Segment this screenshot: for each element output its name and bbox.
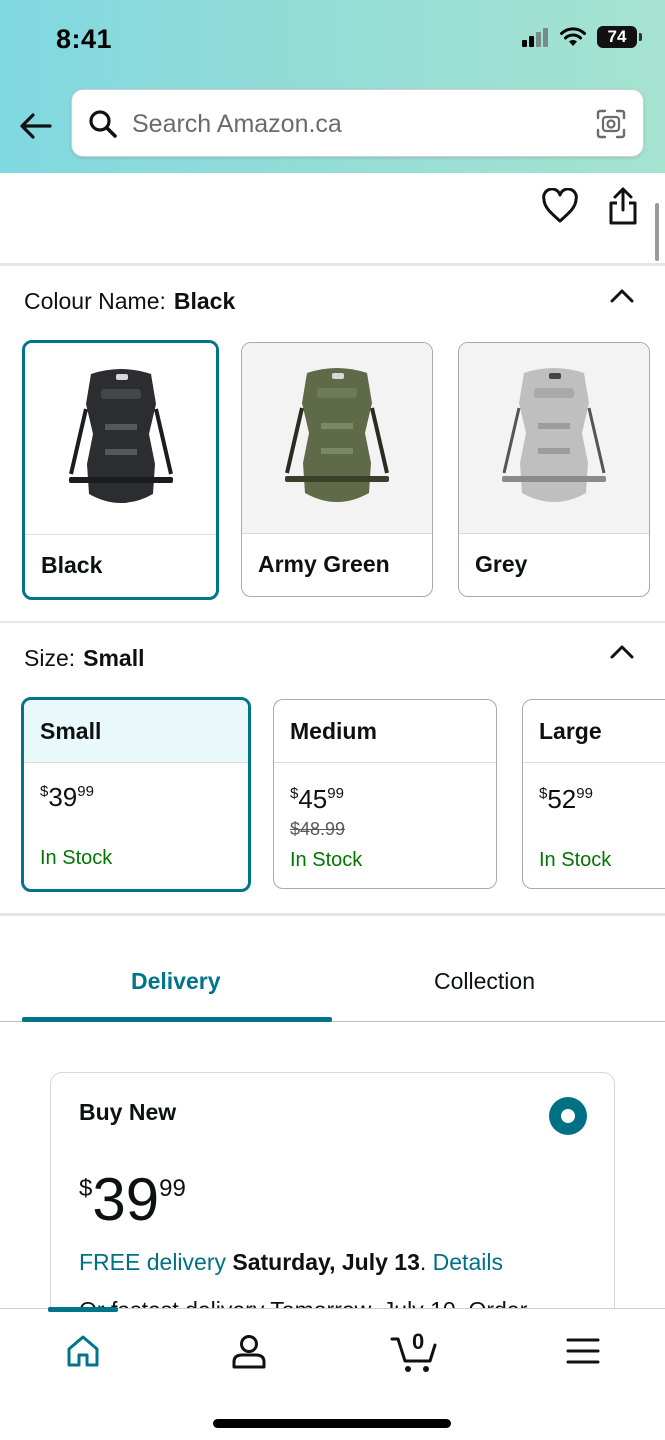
colour-label: Colour Name: bbox=[24, 288, 166, 314]
top-header: 8:41 74 bbox=[0, 0, 665, 173]
size-option-small[interactable]: Small $3999 In Stock bbox=[21, 697, 251, 892]
stock-status: In Stock bbox=[40, 847, 113, 869]
backpack-image bbox=[502, 368, 606, 502]
size-option-medium[interactable]: Medium $4599 $48.99 In Stock bbox=[273, 699, 497, 889]
stock-status: In Stock bbox=[539, 849, 612, 871]
colour-option-black[interactable]: Black bbox=[22, 340, 219, 600]
chevron-up-icon[interactable] bbox=[609, 644, 635, 660]
search-icon bbox=[89, 110, 117, 138]
section-divider bbox=[0, 913, 665, 916]
cart-button[interactable]: 0 bbox=[390, 1329, 438, 1375]
size-option-large[interactable]: Large $5299 In Stock bbox=[522, 699, 665, 889]
backpack-image bbox=[68, 369, 173, 503]
colour-option-label: Grey bbox=[475, 551, 528, 577]
search-input[interactable] bbox=[132, 104, 572, 144]
back-arrow-icon[interactable] bbox=[18, 108, 54, 144]
price-fraction: 99 bbox=[77, 783, 94, 800]
swatch-label-area: Grey bbox=[459, 533, 649, 596]
wifi-icon bbox=[560, 27, 586, 46]
search-bar[interactable] bbox=[71, 89, 644, 157]
account-icon[interactable] bbox=[229, 1331, 269, 1371]
buy-new-radio[interactable] bbox=[549, 1097, 587, 1135]
colour-option-grey[interactable]: Grey bbox=[458, 342, 650, 597]
backpack-image bbox=[285, 368, 389, 502]
status-icons: 74 bbox=[521, 26, 642, 48]
battery-level: 74 bbox=[607, 27, 627, 46]
tab-active-underline bbox=[22, 1017, 332, 1022]
product-image bbox=[459, 343, 649, 533]
tab-delivery[interactable]: Delivery bbox=[131, 968, 221, 995]
buy-price: $3999 bbox=[79, 1165, 186, 1234]
cart-count: 0 bbox=[412, 1329, 425, 1354]
home-indicator[interactable] bbox=[213, 1419, 451, 1428]
delivery-date: Saturday, July 13 bbox=[232, 1249, 420, 1275]
free-delivery-text: FREE delivery bbox=[79, 1249, 226, 1275]
price-fraction: 99 bbox=[576, 785, 593, 802]
colour-heading: Colour Name: Black bbox=[24, 288, 235, 315]
size-option-header: Large bbox=[523, 700, 665, 763]
price-whole: 39 bbox=[48, 782, 78, 812]
colour-option-label: Army Green bbox=[258, 551, 390, 577]
price-fraction: 99 bbox=[159, 1175, 186, 1202]
size-option-price: $5299 bbox=[539, 784, 593, 815]
colour-option-army-green[interactable]: Army Green bbox=[241, 342, 433, 597]
size-selected-value: Small bbox=[83, 645, 145, 671]
size-option-price: $3999 bbox=[40, 782, 94, 813]
stock-status: In Stock bbox=[290, 849, 363, 871]
delivery-info: FREE delivery Saturday, July 13. Details bbox=[79, 1249, 503, 1275]
price-whole: 39 bbox=[92, 1166, 160, 1233]
details-link[interactable]: Details bbox=[433, 1249, 503, 1275]
size-option-name: Medium bbox=[290, 718, 377, 744]
size-option-header: Small bbox=[24, 700, 248, 763]
was-price: $48.99 bbox=[290, 819, 346, 839]
chevron-up-icon[interactable] bbox=[609, 288, 635, 304]
size-option-name: Small bbox=[40, 718, 102, 744]
size-heading: Size: Small bbox=[24, 645, 145, 672]
status-time: 8:41 bbox=[56, 24, 113, 54]
camera-search-icon[interactable] bbox=[595, 108, 627, 140]
currency-symbol: $ bbox=[79, 1175, 93, 1202]
buy-new-title: Buy New bbox=[79, 1099, 177, 1125]
scroll-indicator bbox=[655, 203, 659, 261]
menu-icon[interactable] bbox=[563, 1331, 603, 1371]
share-icon[interactable] bbox=[607, 186, 639, 226]
colour-selected-value: Black bbox=[173, 288, 236, 314]
product-image bbox=[242, 343, 432, 533]
colour-option-label: Black bbox=[41, 552, 103, 578]
section-divider bbox=[0, 621, 665, 623]
price-whole: 45 bbox=[298, 784, 328, 814]
product-image bbox=[25, 343, 216, 535]
wishlist-heart-icon[interactable] bbox=[541, 188, 579, 224]
price-fraction: 99 bbox=[327, 785, 344, 802]
size-option-name: Large bbox=[539, 718, 602, 744]
size-option-price: $4599 bbox=[290, 784, 344, 815]
swatch-label-area: Black bbox=[25, 534, 216, 597]
home-icon[interactable] bbox=[63, 1331, 103, 1371]
section-divider bbox=[0, 263, 665, 266]
tab-collection[interactable]: Collection bbox=[434, 968, 535, 995]
size-label: Size: bbox=[24, 645, 76, 671]
nav-active-indicator bbox=[48, 1307, 118, 1312]
signal-icon bbox=[522, 28, 548, 47]
battery-icon: 74 bbox=[597, 26, 642, 48]
price-whole: 52 bbox=[547, 784, 577, 814]
bottom-navigation: 0 bbox=[0, 1307, 665, 1440]
swatch-label-area: Army Green bbox=[242, 533, 432, 596]
size-option-header: Medium bbox=[274, 700, 496, 763]
